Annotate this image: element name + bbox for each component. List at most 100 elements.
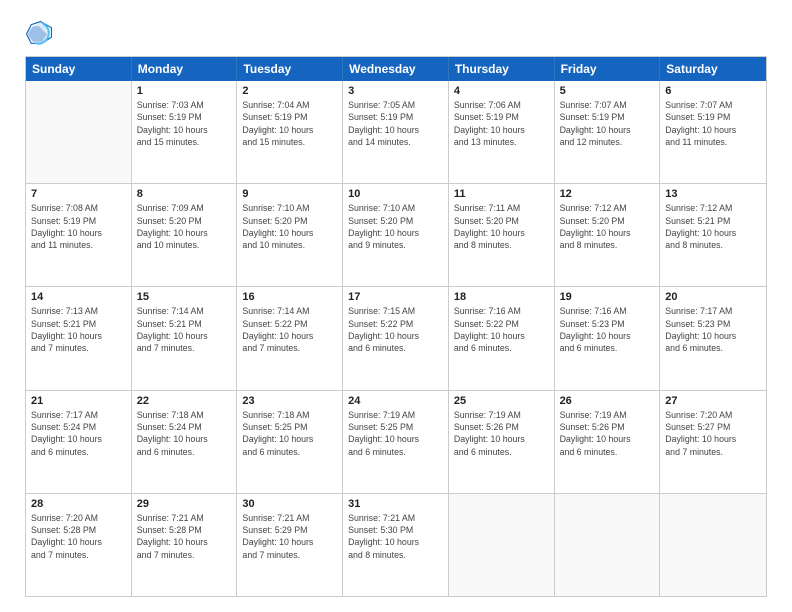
day-number: 8: [137, 188, 232, 200]
header-day-monday: Monday: [132, 57, 238, 81]
day-info: Sunrise: 7:17 AM Sunset: 5:23 PM Dayligh…: [665, 305, 761, 354]
day-cell-18: 18Sunrise: 7:16 AM Sunset: 5:22 PM Dayli…: [449, 287, 555, 389]
day-cell-8: 8 Sunrise: 7:09 AM Sunset: 5:20 PM Daylig…: [132, 184, 238, 286]
day-info: Sunrise: 7:21 AM Sunset: 5:28 PM Dayligh…: [137, 512, 232, 561]
day-info: Sunrise: 7:03 AM Sunset: 5:19 PM Dayligh…: [137, 99, 232, 148]
day-number: 9: [242, 188, 337, 200]
day-number: 6: [665, 85, 761, 97]
day-info: Sunrise: 7:16 AM Sunset: 5:23 PM Dayligh…: [560, 305, 655, 354]
day-cell-empty-4-4: [449, 494, 555, 596]
day-number: 22: [137, 395, 232, 407]
day-cell-23: 23 Sunrise: 7:18 AM Sunset: 5:25 PM Dayli…: [237, 391, 343, 493]
day-info: Sunrise: 7:15 AM Sunset: 5:22 PM Dayligh…: [348, 305, 443, 354]
day-info: Sunrise: 7:06 AM Sunset: 5:19 PM Dayligh…: [454, 99, 549, 148]
calendar: SundayMondayTuesdayWednesdayThursdayFrid…: [25, 56, 767, 597]
day-cell-empty-0-0: [26, 81, 132, 183]
day-cell-5: 5 Sunrise: 7:07 AM Sunset: 5:19 PM Daylig…: [555, 81, 661, 183]
day-info: Sunrise: 7:10 AM Sunset: 5:20 PM Dayligh…: [348, 202, 443, 251]
day-info: Sunrise: 7:09 AM Sunset: 5:20 PM Dayligh…: [137, 202, 232, 251]
day-cell-29: 29 Sunrise: 7:21 AM Sunset: 5:28 PM Dayli…: [132, 494, 238, 596]
day-cell-19: 19Sunrise: 7:16 AM Sunset: 5:23 PM Dayli…: [555, 287, 661, 389]
day-info: Sunrise: 7:14 AM Sunset: 5:22 PM Dayligh…: [242, 305, 337, 354]
day-cell-24: 24 Sunrise: 7:19 AM Sunset: 5:25 PM Dayli…: [343, 391, 449, 493]
day-info: Sunrise: 7:20 AM Sunset: 5:28 PM Dayligh…: [31, 512, 126, 561]
header-day-friday: Friday: [555, 57, 661, 81]
day-number: 26: [560, 395, 655, 407]
day-cell-25: 25 Sunrise: 7:19 AM Sunset: 5:26 PM Dayli…: [449, 391, 555, 493]
day-cell-13: 13 Sunrise: 7:12 AM Sunset: 5:21 PM Dayli…: [660, 184, 766, 286]
day-cell-7: 7 Sunrise: 7:08 AM Sunset: 5:19 PM Daylig…: [26, 184, 132, 286]
day-info: Sunrise: 7:10 AM Sunset: 5:20 PM Dayligh…: [242, 202, 337, 251]
header-day-wednesday: Wednesday: [343, 57, 449, 81]
day-cell-2: 2Sunrise: 7:04 AM Sunset: 5:19 PM Daylig…: [237, 81, 343, 183]
day-number: 31: [348, 498, 443, 510]
day-number: 21: [31, 395, 126, 407]
day-cell-22: 22 Sunrise: 7:18 AM Sunset: 5:24 PM Dayli…: [132, 391, 238, 493]
day-info: Sunrise: 7:12 AM Sunset: 5:20 PM Dayligh…: [560, 202, 655, 251]
day-info: Sunrise: 7:17 AM Sunset: 5:24 PM Dayligh…: [31, 409, 126, 458]
day-number: 23: [242, 395, 337, 407]
day-info: Sunrise: 7:19 AM Sunset: 5:26 PM Dayligh…: [454, 409, 549, 458]
header-day-thursday: Thursday: [449, 57, 555, 81]
calendar-row-0: 1 Sunrise: 7:03 AM Sunset: 5:19 PM Daylig…: [26, 81, 766, 183]
day-number: 28: [31, 498, 126, 510]
calendar-row-1: 7 Sunrise: 7:08 AM Sunset: 5:19 PM Daylig…: [26, 183, 766, 286]
day-info: Sunrise: 7:08 AM Sunset: 5:19 PM Dayligh…: [31, 202, 126, 251]
day-info: Sunrise: 7:12 AM Sunset: 5:21 PM Dayligh…: [665, 202, 761, 251]
day-info: Sunrise: 7:13 AM Sunset: 5:21 PM Dayligh…: [31, 305, 126, 354]
day-cell-1: 1 Sunrise: 7:03 AM Sunset: 5:19 PM Daylig…: [132, 81, 238, 183]
day-cell-12: 12 Sunrise: 7:12 AM Sunset: 5:20 PM Dayli…: [555, 184, 661, 286]
day-cell-26: 26 Sunrise: 7:19 AM Sunset: 5:26 PM Dayli…: [555, 391, 661, 493]
day-info: Sunrise: 7:05 AM Sunset: 5:19 PM Dayligh…: [348, 99, 443, 148]
logo: [25, 20, 59, 48]
day-cell-4: 4 Sunrise: 7:06 AM Sunset: 5:19 PM Daylig…: [449, 81, 555, 183]
day-number: 7: [31, 188, 126, 200]
day-number: 13: [665, 188, 761, 200]
day-cell-6: 6 Sunrise: 7:07 AM Sunset: 5:19 PM Daylig…: [660, 81, 766, 183]
day-info: Sunrise: 7:18 AM Sunset: 5:25 PM Dayligh…: [242, 409, 337, 458]
day-cell-20: 20 Sunrise: 7:17 AM Sunset: 5:23 PM Dayli…: [660, 287, 766, 389]
day-info: Sunrise: 7:19 AM Sunset: 5:25 PM Dayligh…: [348, 409, 443, 458]
day-cell-11: 11 Sunrise: 7:11 AM Sunset: 5:20 PM Dayli…: [449, 184, 555, 286]
day-cell-3: 3Sunrise: 7:05 AM Sunset: 5:19 PM Daylig…: [343, 81, 449, 183]
day-cell-empty-4-5: [555, 494, 661, 596]
day-info: Sunrise: 7:19 AM Sunset: 5:26 PM Dayligh…: [560, 409, 655, 458]
day-cell-30: 30 Sunrise: 7:21 AM Sunset: 5:29 PM Dayli…: [237, 494, 343, 596]
day-info: Sunrise: 7:16 AM Sunset: 5:22 PM Dayligh…: [454, 305, 549, 354]
day-cell-21: 21 Sunrise: 7:17 AM Sunset: 5:24 PM Dayli…: [26, 391, 132, 493]
day-number: 14: [31, 291, 126, 303]
day-number: 25: [454, 395, 549, 407]
day-info: Sunrise: 7:07 AM Sunset: 5:19 PM Dayligh…: [665, 99, 761, 148]
day-cell-16: 16 Sunrise: 7:14 AM Sunset: 5:22 PM Dayli…: [237, 287, 343, 389]
header: [25, 20, 767, 48]
day-info: Sunrise: 7:04 AM Sunset: 5:19 PM Dayligh…: [242, 99, 337, 148]
day-cell-10: 10 Sunrise: 7:10 AM Sunset: 5:20 PM Dayli…: [343, 184, 449, 286]
day-cell-15: 15Sunrise: 7:14 AM Sunset: 5:21 PM Dayli…: [132, 287, 238, 389]
day-info: Sunrise: 7:11 AM Sunset: 5:20 PM Dayligh…: [454, 202, 549, 251]
day-number: 27: [665, 395, 761, 407]
day-info: Sunrise: 7:21 AM Sunset: 5:29 PM Dayligh…: [242, 512, 337, 561]
day-cell-28: 28 Sunrise: 7:20 AM Sunset: 5:28 PM Dayli…: [26, 494, 132, 596]
day-info: Sunrise: 7:20 AM Sunset: 5:27 PM Dayligh…: [665, 409, 761, 458]
calendar-header: SundayMondayTuesdayWednesdayThursdayFrid…: [26, 57, 766, 81]
day-number: 30: [242, 498, 337, 510]
day-number: 16: [242, 291, 337, 303]
day-number: 10: [348, 188, 443, 200]
day-number: 11: [454, 188, 549, 200]
page: SundayMondayTuesdayWednesdayThursdayFrid…: [0, 0, 792, 612]
header-day-sunday: Sunday: [26, 57, 132, 81]
day-cell-17: 17 Sunrise: 7:15 AM Sunset: 5:22 PM Dayli…: [343, 287, 449, 389]
day-number: 1: [137, 85, 232, 97]
day-number: 4: [454, 85, 549, 97]
day-info: Sunrise: 7:07 AM Sunset: 5:19 PM Dayligh…: [560, 99, 655, 148]
day-number: 29: [137, 498, 232, 510]
day-info: Sunrise: 7:18 AM Sunset: 5:24 PM Dayligh…: [137, 409, 232, 458]
day-number: 24: [348, 395, 443, 407]
day-number: 12: [560, 188, 655, 200]
day-number: 17: [348, 291, 443, 303]
day-number: 20: [665, 291, 761, 303]
day-cell-14: 14 Sunrise: 7:13 AM Sunset: 5:21 PM Dayli…: [26, 287, 132, 389]
day-cell-9: 9 Sunrise: 7:10 AM Sunset: 5:20 PM Daylig…: [237, 184, 343, 286]
generalblue-logo-icon: [25, 20, 53, 48]
day-number: 5: [560, 85, 655, 97]
